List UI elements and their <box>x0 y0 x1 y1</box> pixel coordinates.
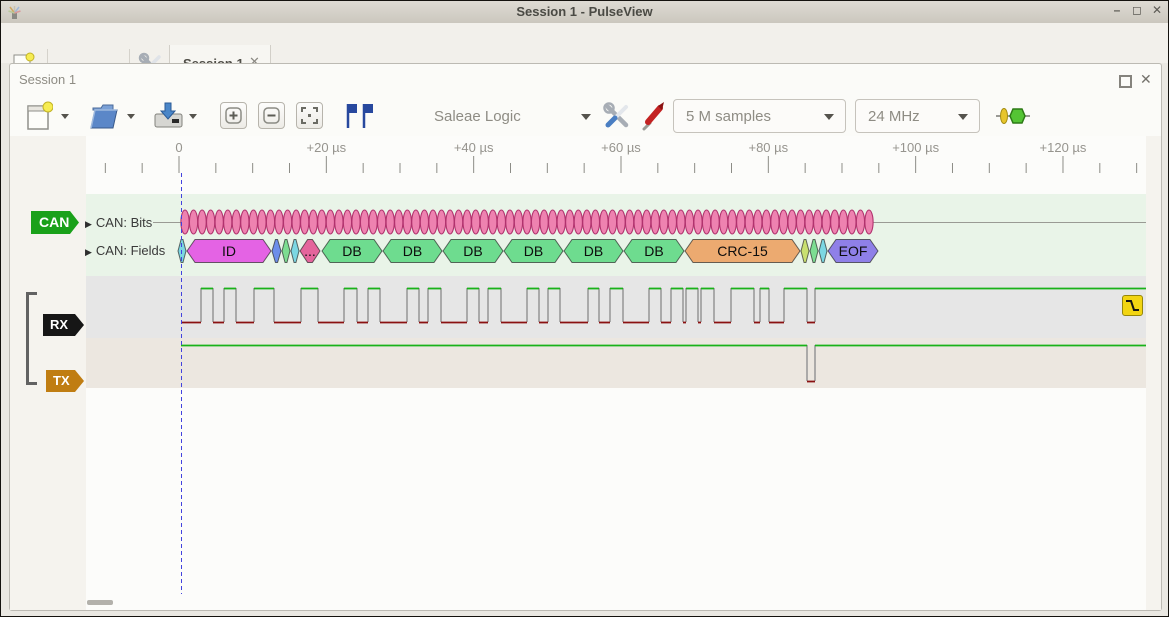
zoom-in-icon <box>225 107 242 124</box>
zoom-fit-icon <box>301 107 318 124</box>
pulseview-window: Session 1 - PulseView – ◻ ✕ Run Se <box>0 0 1169 617</box>
sample-count-dropdown-arrow <box>824 114 834 120</box>
new-file-button[interactable] <box>25 101 53 136</box>
zoom-out-icon <box>263 107 280 124</box>
open-file-dropdown-arrow[interactable] <box>127 114 135 119</box>
main-toolbar: Run Session 1 ✕ <box>1 23 1168 63</box>
maximize-button[interactable]: ◻ <box>1129 3 1145 17</box>
show-cursors-button[interactable] <box>341 102 373 135</box>
falling-edge-icon <box>1123 296 1142 315</box>
open-folder-icon <box>89 100 121 130</box>
add-decoder-button[interactable] <box>996 107 1030 130</box>
configure-device-button[interactable] <box>603 102 631 135</box>
trigger-marker-icon[interactable] <box>1122 295 1143 316</box>
wrench-screwdriver-icon <box>603 102 631 130</box>
device-dropdown-arrow <box>581 114 591 120</box>
zoom-fit-button[interactable] <box>296 102 323 129</box>
sample-count-value: 5 M samples <box>686 108 771 125</box>
save-dropdown-arrow[interactable] <box>189 114 197 119</box>
save-button[interactable] <box>153 100 185 135</box>
expand-arrow-icon[interactable]: ▶ <box>85 219 92 229</box>
save-icon <box>153 100 185 130</box>
expand-arrow-icon[interactable]: ▶ <box>85 247 92 257</box>
probe-icon <box>638 100 668 132</box>
open-file-button[interactable] <box>89 100 121 135</box>
decoder-row-label-fields: ▶CAN: Fields <box>85 243 165 258</box>
close-button[interactable]: ✕ <box>1149 3 1165 17</box>
zoom-in-button[interactable] <box>220 102 247 129</box>
sample-count-select[interactable]: 5 M samples <box>673 99 846 133</box>
subwindow-title: Session 1 <box>19 72 76 87</box>
title-bar: Session 1 - PulseView – ◻ ✕ <box>1 1 1168 24</box>
decoder-row-label-bits: ▶CAN: Bits <box>85 215 152 230</box>
channels-button[interactable] <box>638 100 668 137</box>
subwindow-close-icon[interactable]: ✕ <box>1140 71 1152 88</box>
device-selector[interactable]: Saleae Logic <box>431 99 601 133</box>
new-file-dropdown-arrow[interactable] <box>61 114 69 119</box>
new-file-icon <box>25 101 53 131</box>
subwindow-restore-icon[interactable] <box>1119 75 1132 88</box>
minimize-button[interactable]: – <box>1109 3 1125 17</box>
device-name: Saleae Logic <box>434 108 521 125</box>
horizontal-scrollbar-thumb[interactable] <box>87 600 113 605</box>
decoder-tag-can[interactable]: CAN <box>31 211 79 234</box>
sample-rate-dropdown-arrow <box>958 114 968 120</box>
channel-group-bracket <box>26 292 37 385</box>
zoom-out-button[interactable] <box>258 102 285 129</box>
trace-plot-area <box>86 136 1146 610</box>
sample-rate-select[interactable]: 24 MHz <box>855 99 980 133</box>
window-title: Session 1 - PulseView <box>1 4 1168 19</box>
sample-rate-value: 24 MHz <box>868 108 920 125</box>
flags-icon <box>341 102 373 130</box>
right-margin <box>1146 136 1161 610</box>
decoder-icon <box>996 107 1030 125</box>
timeline-ruler[interactable] <box>86 136 1146 176</box>
